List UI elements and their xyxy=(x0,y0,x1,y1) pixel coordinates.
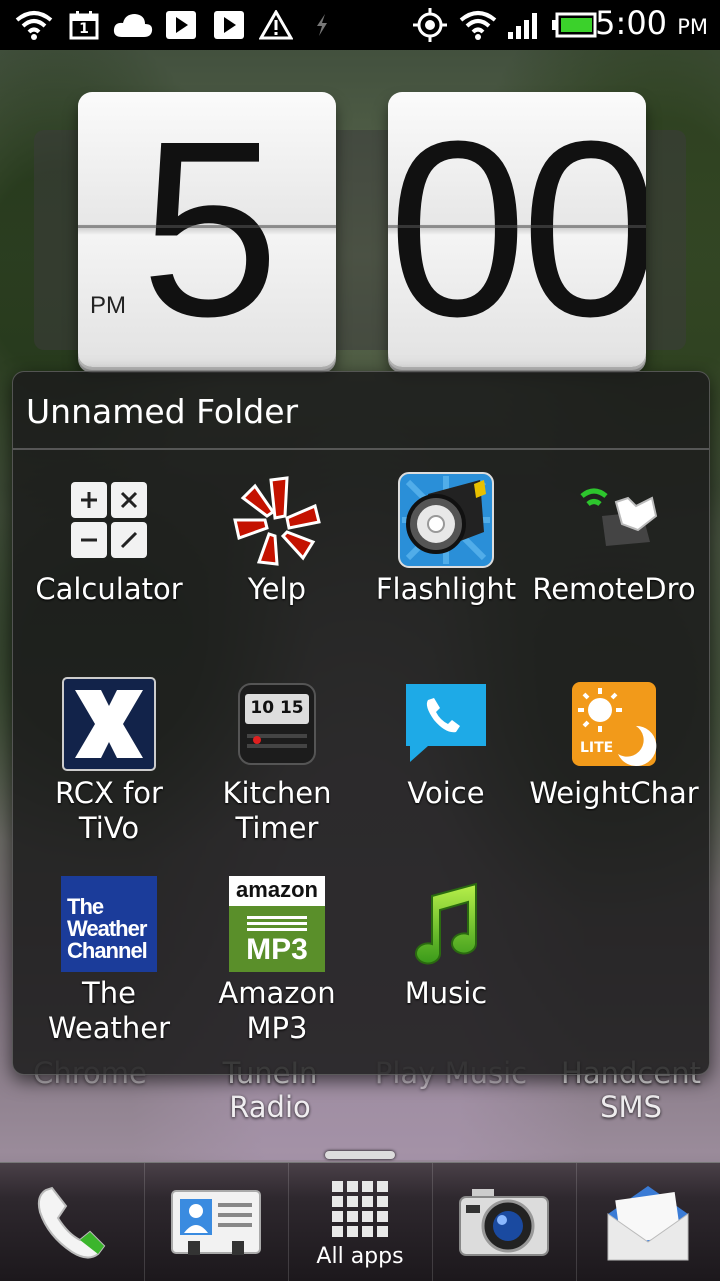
app-label: Music xyxy=(404,976,488,1010)
flashlight-icon xyxy=(398,472,494,568)
cloud-icon xyxy=(112,8,154,42)
dock-camera[interactable] xyxy=(432,1163,576,1281)
contacts-icon xyxy=(171,1190,261,1255)
app-label: Amazon MP3 xyxy=(218,976,336,1045)
app-amazon-mp3[interactable]: amazon MP3 Amazon MP3 xyxy=(192,876,362,1046)
app-label: Flashlight xyxy=(375,572,517,606)
signal-icon xyxy=(506,8,542,42)
app-label: The Weather xyxy=(47,976,171,1045)
app-label: RemoteDro xyxy=(532,572,696,606)
app-flashlight[interactable]: Flashlight xyxy=(361,472,531,607)
app-label: Calculator xyxy=(35,572,183,606)
calculator-icon xyxy=(61,472,157,568)
weather-channel-icon: The Weather Channel xyxy=(61,876,157,972)
app-calculator[interactable]: Calculator xyxy=(24,472,194,607)
app-label: Yelp xyxy=(247,572,307,606)
clock-hour-card[interactable]: 5 PM xyxy=(78,92,336,367)
music-icon xyxy=(398,876,494,972)
usb-icon xyxy=(312,8,332,42)
phone-icon xyxy=(37,1186,106,1259)
camera-icon xyxy=(459,1189,549,1256)
clock-minutes: 00 xyxy=(388,92,646,367)
all-apps-label: All apps xyxy=(316,1244,404,1269)
amazon-mp3-icon: amazon MP3 xyxy=(229,876,325,972)
mail-icon xyxy=(607,1186,689,1261)
wifi-icon xyxy=(458,8,498,42)
folder-divider xyxy=(13,448,709,450)
dock-mail[interactable] xyxy=(576,1163,720,1281)
folder-popup: Unnamed Folder Calculator Yelp Flashligh… xyxy=(12,371,710,1075)
play-store-icon xyxy=(212,8,246,42)
clock-hour: 5 xyxy=(140,92,279,367)
app-label: Voice xyxy=(407,776,485,810)
app-remotedroid[interactable]: RemoteDro xyxy=(529,472,699,607)
wifi-icon xyxy=(14,8,54,42)
kitchen-timer-icon: 10 15 xyxy=(229,676,325,772)
app-voice[interactable]: Voice xyxy=(361,676,531,811)
app-music[interactable]: Music xyxy=(361,876,531,1011)
app-kitchen-timer[interactable]: 10 15 Kitchen Timer xyxy=(192,676,362,846)
all-apps-icon xyxy=(332,1181,388,1237)
play-store-icon xyxy=(164,8,198,42)
app-label: RCX for TiVo xyxy=(55,776,163,845)
app-weather-channel[interactable]: The Weather Channel The Weather xyxy=(24,876,194,1046)
dock-phone[interactable] xyxy=(0,1163,144,1281)
status-bar: 1 5:00 PM xyxy=(0,0,720,50)
remotedroid-icon xyxy=(566,472,662,568)
yelp-icon xyxy=(229,472,325,568)
weightchart-icon: LITE xyxy=(566,676,662,772)
status-time: 5:00 PM xyxy=(595,4,708,42)
folder-title[interactable]: Unnamed Folder xyxy=(26,392,298,431)
app-weightchart[interactable]: LITE WeightChar xyxy=(529,676,699,811)
alert-icon xyxy=(258,8,294,42)
app-label: WeightChar xyxy=(529,776,699,810)
voice-icon xyxy=(398,676,494,772)
clock-ampm: PM xyxy=(90,292,126,319)
dock-contacts[interactable] xyxy=(144,1163,288,1281)
app-rcx-tivo[interactable]: RCX for TiVo xyxy=(24,676,194,846)
clock-minute-card[interactable]: 00 xyxy=(388,92,646,367)
app-yelp[interactable]: Yelp xyxy=(192,472,362,607)
dock-handle[interactable] xyxy=(325,1151,395,1159)
calendar-icon: 1 xyxy=(68,8,100,42)
gps-icon xyxy=(410,8,450,42)
app-label: Kitchen Timer xyxy=(222,776,332,845)
battery-icon xyxy=(550,8,598,42)
rcx-tivo-icon xyxy=(61,676,157,772)
